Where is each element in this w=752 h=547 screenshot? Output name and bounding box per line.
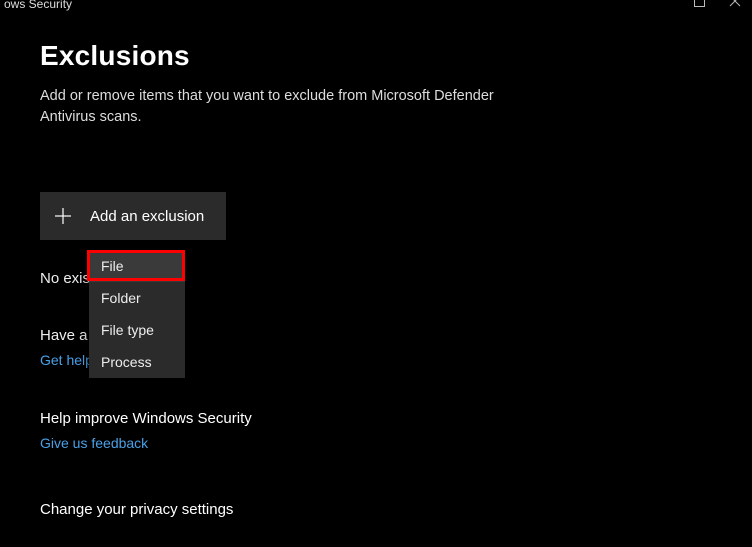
menu-item-file-type[interactable]: File type xyxy=(89,314,185,346)
maximize-button[interactable] xyxy=(692,0,706,8)
maximize-icon xyxy=(694,0,705,7)
add-exclusion-button[interactable]: Add an exclusion xyxy=(40,192,226,240)
get-help-link[interactable]: Get help xyxy=(40,352,93,368)
close-icon xyxy=(729,0,741,7)
menu-item-file[interactable]: File xyxy=(89,250,185,282)
improve-heading: Help improve Windows Security xyxy=(40,410,712,427)
window-title: ows Security xyxy=(4,0,692,11)
page-description: Add or remove items that you want to exc… xyxy=(40,86,540,128)
privacy-heading: Change your privacy settings xyxy=(40,501,712,518)
plus-icon xyxy=(54,207,72,225)
titlebar: ows Security xyxy=(0,0,752,22)
menu-item-process[interactable]: Process xyxy=(89,346,185,378)
add-exclusion-label: Add an exclusion xyxy=(90,208,204,225)
page-title: Exclusions xyxy=(40,40,712,72)
close-button[interactable] xyxy=(728,0,742,8)
exclusion-type-menu: File Folder File type Process xyxy=(89,250,185,378)
feedback-link[interactable]: Give us feedback xyxy=(40,435,148,451)
menu-item-folder[interactable]: Folder xyxy=(89,282,185,314)
window-controls xyxy=(692,0,742,8)
